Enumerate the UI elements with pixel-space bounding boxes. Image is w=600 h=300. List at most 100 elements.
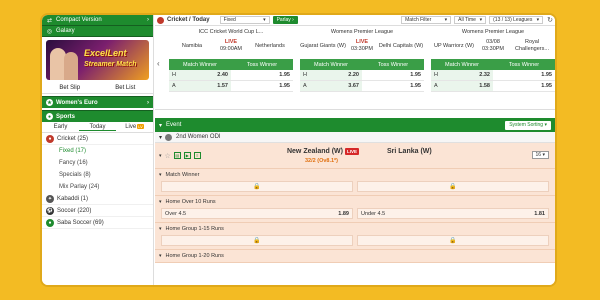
soccer-ball-icon: ⚽ xyxy=(46,206,54,215)
odds-cell[interactable]: 1.95 xyxy=(493,70,555,80)
galaxy-label: Galaxy xyxy=(56,28,75,34)
sidebar-item-saba-soccer[interactable]: ● Saba Soccer (69) xyxy=(42,217,153,229)
odds-value: 1.89 xyxy=(338,210,349,217)
tab-early[interactable]: Early xyxy=(42,124,79,130)
bet-list-tab[interactable]: Bet List xyxy=(98,83,154,93)
live-stream-icon[interactable]: ▶ xyxy=(183,152,191,159)
sidebar-item-kabaddi[interactable]: ✦ Kabaddi (1) xyxy=(42,193,153,205)
live-badge: LIVE xyxy=(345,148,360,155)
odds-cell-under[interactable]: Under 4.5 1.81 xyxy=(357,208,549,219)
more-markets-count[interactable]: 16 ▾ xyxy=(531,151,549,159)
market-header[interactable]: ▾ Home Over 10 Runs xyxy=(155,196,555,208)
card-market-2: Toss Winner xyxy=(508,61,540,68)
leagues-select[interactable]: (13 / 13) Leagues ▾ xyxy=(489,16,544,24)
card-market-header: Match Winner Toss Winner xyxy=(300,59,424,70)
odds-value: 1.95 xyxy=(541,72,552,78)
chevron-down-icon: ▾ xyxy=(159,199,162,205)
odds-cell-over[interactable]: Over 4.5 1.89 xyxy=(161,208,353,219)
tab-live[interactable]: Live LV xyxy=(116,124,153,130)
sidebar-subitem-fancy[interactable]: Fancy (16) xyxy=(42,157,153,169)
chevron-down-icon[interactable]: ▾ xyxy=(159,153,162,159)
galaxy-icon: ◎ xyxy=(46,28,53,35)
banner-subtitle: Streamer Match xyxy=(84,61,137,68)
odds-cell[interactable]: 1.95 xyxy=(493,81,555,91)
card-league: ICC Cricket World Cup L... xyxy=(198,29,264,35)
card-away-team: Netherlands xyxy=(255,42,285,49)
sidebar-subitem-mix-parlay[interactable]: Mix Parlay (24) xyxy=(42,181,153,193)
odds-cell-locked: 🔒 xyxy=(357,235,549,246)
main-content: Cricket / Today Fixed ▾ Parlay › Match Fi… xyxy=(155,15,555,285)
sidebar-item-soccer[interactable]: ⚽ Soccer (220) xyxy=(42,205,153,217)
market-odds-row: 🔒 🔒 xyxy=(155,235,555,249)
card-odds-row: A 1.58 1.95 xyxy=(431,81,555,92)
odds-cell[interactable]: H 2.32 xyxy=(431,70,493,80)
chevron-down-icon[interactable]: ▾ xyxy=(159,122,162,129)
galaxy-bar[interactable]: ◎ Galaxy xyxy=(42,26,153,37)
time-select[interactable]: All Time ▾ xyxy=(454,16,487,24)
parlay-button[interactable]: Parlay › xyxy=(272,16,298,24)
odds-cell[interactable]: A 3.67 xyxy=(300,81,362,91)
odds-cell[interactable]: H 2.20 xyxy=(300,70,362,80)
scoreboard-icon[interactable]: ≡ xyxy=(193,152,201,159)
sidebar-subitem-fixed[interactable]: Fixed (17) xyxy=(42,145,153,157)
refresh-icon[interactable]: ↻ xyxy=(547,16,553,24)
carousel-prev-icon[interactable]: ‹ xyxy=(157,59,160,68)
league-group-header[interactable]: ▾ 2nd Women ODI xyxy=(155,132,555,143)
odds-cell[interactable]: 1.95 xyxy=(362,81,424,91)
away-team-name: Sri Lanka (W) xyxy=(387,148,432,155)
cricket-ball-icon xyxy=(157,16,164,24)
banner-title: ExcelLent xyxy=(84,48,127,58)
odds-cell[interactable]: A 1.58 xyxy=(431,81,493,91)
market-block: ▾ Home Over 10 Runs Over 4.5 1.89 Under 4.… xyxy=(155,196,555,223)
market-block: ▾ Match Winner 🔒 🔒 xyxy=(155,169,555,196)
market-block: ▾ Home Group 1-15 Runs 🔒 🔒 xyxy=(155,223,555,250)
card-market-2: Toss Winner xyxy=(246,61,278,68)
odds-value: 2.20 xyxy=(348,72,359,78)
market-block: ▾ Home Group 1-20 Runs xyxy=(155,250,555,263)
side-label: A xyxy=(434,83,438,89)
odds-value: 1.95 xyxy=(279,83,290,89)
match-filter-select[interactable]: Match Filter ▾ xyxy=(401,16,452,24)
featured-match-card[interactable]: Womens Premier League Gujarat Giants (W)… xyxy=(300,28,424,107)
bet-slip-tab[interactable]: Bet Slip xyxy=(42,83,98,93)
card-odds-row: H 2.20 1.95 xyxy=(300,70,424,81)
sports-section[interactable]: ● Sports xyxy=(42,110,153,122)
odds-cell-locked: 🔒 xyxy=(161,181,353,192)
featured-match-card[interactable]: Womens Premier League UP Warriorz (W) 03… xyxy=(431,28,555,107)
featured-match-card[interactable]: ICC Cricket World Cup L... Namibia LIVE 0… xyxy=(169,28,293,107)
odds-value: 3.67 xyxy=(348,83,359,89)
market-type-select[interactable]: Fixed ▾ xyxy=(219,16,270,24)
odds-cell[interactable]: 1.95 xyxy=(231,70,293,80)
favorite-star-icon[interactable]: ☆ xyxy=(165,152,171,160)
stats-icon[interactable]: ▤ xyxy=(173,152,181,159)
market-header[interactable]: ▾ Home Group 1-15 Runs xyxy=(155,223,555,235)
odds-cell[interactable]: H 2.40 xyxy=(169,70,231,80)
odds-cell[interactable]: A 1.57 xyxy=(169,81,231,91)
match-row[interactable]: ▾ ☆ ▤ ▶ ≡ New Zealand (W) 32/2 (Ov8.1*) … xyxy=(155,143,555,169)
tab-live-label: Live xyxy=(125,124,137,130)
side-label: H xyxy=(303,72,307,78)
sidebar-subitem-specials[interactable]: Specials (8) xyxy=(42,169,153,181)
side-label: A xyxy=(172,83,176,89)
compact-version-bar[interactable]: ⇄ Compact Version › xyxy=(42,15,153,26)
tab-today[interactable]: Today xyxy=(79,124,116,131)
card-market-2: Toss Winner xyxy=(377,61,409,68)
sidebar-item-cricket[interactable]: ● Cricket (25) xyxy=(42,133,153,145)
system-sorting-select[interactable]: System Sorting ▾ xyxy=(505,120,551,130)
promo-banner[interactable]: ExcelLent Streamer Match xyxy=(46,40,149,80)
card-market-1: Match Winner xyxy=(183,61,217,68)
odds-value: 1.95 xyxy=(279,72,290,78)
compact-icon: ⇄ xyxy=(46,17,53,24)
womens-euro-section[interactable]: ★ Women's Euro › xyxy=(42,96,153,108)
market-header[interactable]: ▾ Match Winner xyxy=(155,169,555,181)
odds-value: 1.95 xyxy=(410,72,421,78)
odds-value: 2.40 xyxy=(217,72,228,78)
odds-cell[interactable]: 1.95 xyxy=(362,70,424,80)
market-header[interactable]: ▾ Home Group 1-20 Runs xyxy=(155,250,555,262)
kabaddi-icon: ✦ xyxy=(46,194,54,203)
sidebar-item-label: Kabaddi (1) xyxy=(57,195,89,202)
odds-cell[interactable]: 1.95 xyxy=(231,81,293,91)
sports-label: Sports xyxy=(56,113,76,120)
odds-cell-locked: 🔒 xyxy=(357,181,549,192)
sports-icon: ● xyxy=(46,113,53,120)
